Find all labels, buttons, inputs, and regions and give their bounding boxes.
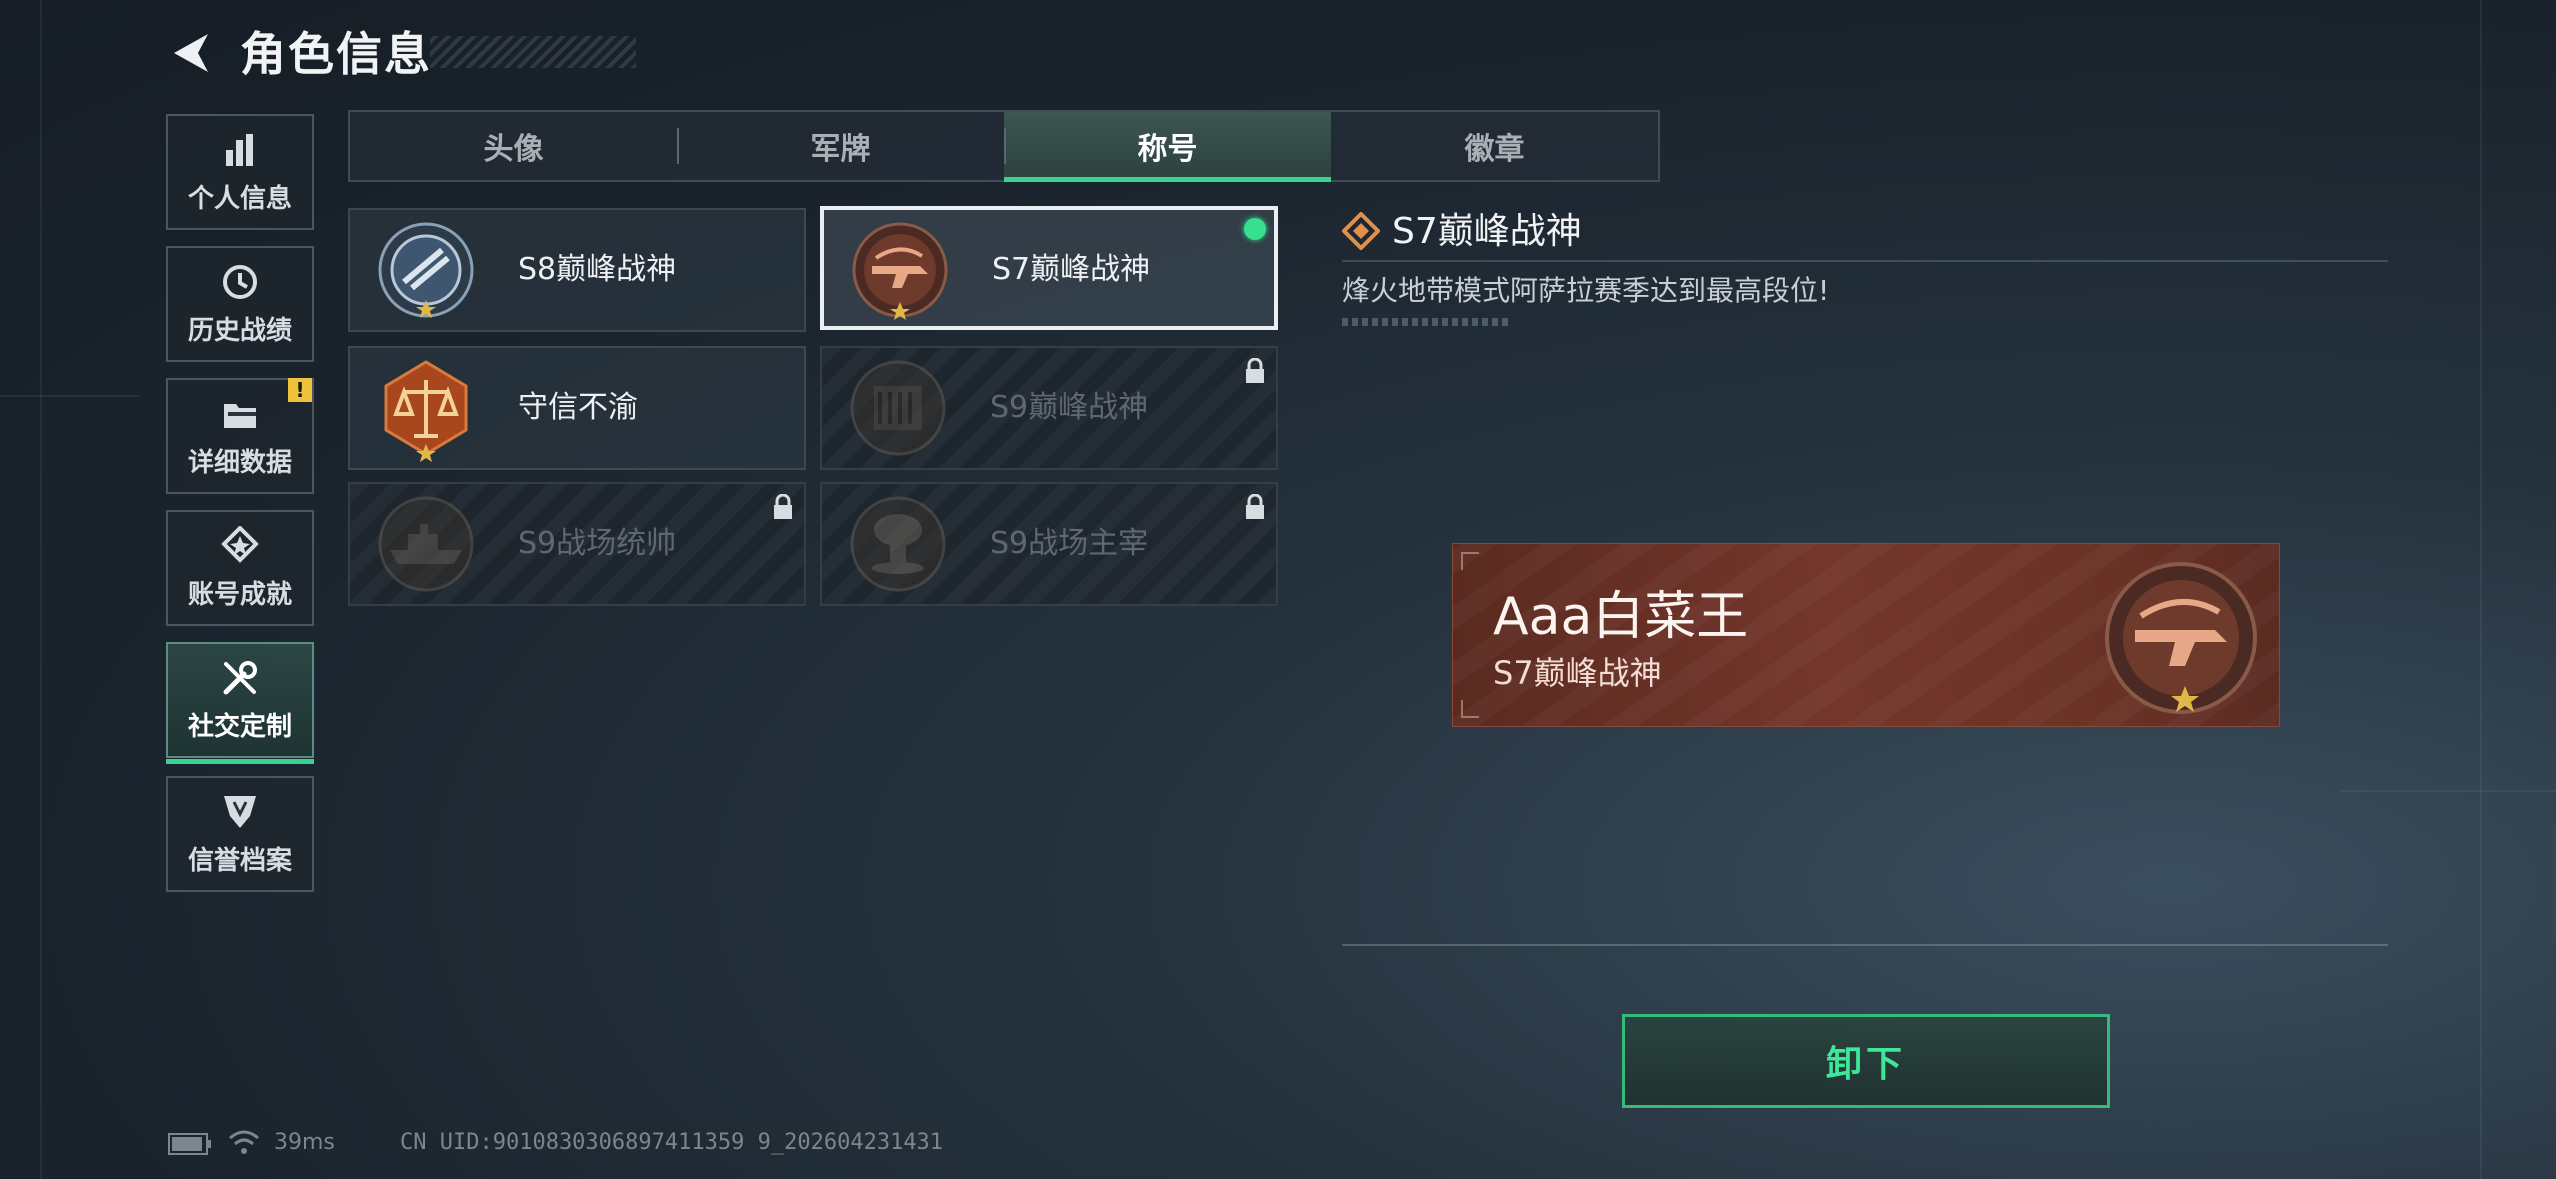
tab-avatar[interactable]: 头像 [350, 112, 677, 180]
lock-icon [774, 494, 792, 519]
mushroom-cloud-emblem-icon [850, 496, 946, 592]
s9-emblem-icon [850, 360, 946, 456]
grid-line [40, 0, 42, 1179]
s7-emblem-icon [2105, 562, 2257, 714]
title-card-name: 守信不渝 [518, 390, 638, 425]
divider [1342, 260, 2388, 262]
bar-chart-icon [226, 133, 253, 166]
title-card-s8[interactable]: S8巅峰战神 [348, 208, 806, 332]
nav-item-label: 详细数据 [187, 447, 292, 478]
warning-badge: ! [288, 378, 312, 402]
folder-icon [224, 403, 256, 428]
page-title: 角色信息 [240, 27, 432, 81]
title-card-name: S9战场统帅 [518, 526, 677, 561]
title-card-s9[interactable]: S9巅峰战神 [820, 346, 1278, 470]
battery-icon [168, 1133, 211, 1155]
nav-item-label: 历史战绩 [187, 315, 292, 346]
battleship-emblem-icon [378, 496, 474, 592]
title-decoration [430, 36, 636, 68]
nav-item-label: 账号成就 [187, 579, 292, 610]
nav-item-achievements[interactable]: 账号成就 [166, 510, 314, 626]
nav-item-personal-info[interactable]: 个人信息 [166, 114, 314, 230]
banner-corner [1461, 552, 1479, 570]
detail-title: S7巅峰战神 [1392, 211, 1582, 252]
wifi-icon [229, 1130, 259, 1154]
history-icon [223, 264, 257, 299]
grid-line [2340, 790, 2556, 792]
lock-icon [1246, 358, 1264, 383]
grid-line [2480, 0, 2482, 1179]
detail-decoration [1342, 318, 1510, 326]
nav-item-credit-profile[interactable]: 信誉档案 [166, 776, 314, 892]
tab-badge[interactable]: 徽章 [1331, 112, 1658, 180]
title-card-name: S7巅峰战神 [992, 252, 1151, 287]
title-diamond-icon [1342, 212, 1380, 250]
banner-corner [1461, 700, 1479, 718]
title-card-s7[interactable]: S7巅峰战神 [820, 206, 1278, 330]
nav-item-history[interactable]: 历史战绩 [166, 246, 314, 362]
shield-icon [224, 795, 256, 828]
lock-icon [1246, 494, 1264, 519]
s7-emblem-icon [852, 222, 948, 320]
tools-icon [223, 660, 257, 694]
nav-item-social-custom[interactable]: 社交定制 [166, 642, 314, 764]
ping-readout: 39ms [274, 1130, 335, 1155]
preview-title: S7巅峰战神 [1493, 654, 1662, 692]
back-arrow-icon[interactable] [168, 30, 212, 76]
title-card-name: S9战场主宰 [990, 526, 1149, 561]
title-preview-banner: Aaa白菜王 S7巅峰战神 [1452, 543, 2280, 727]
tab-dog-tag[interactable]: 军牌 [677, 112, 1004, 180]
title-card-trustworthy[interactable]: 守信不渝 [348, 346, 806, 470]
nav-item-label: 社交定制 [187, 711, 292, 742]
tab-bar: 头像 军牌 称号 徽章 [348, 110, 1660, 182]
tab-title[interactable]: 称号 [1004, 112, 1331, 182]
unload-button[interactable]: 卸下 [1622, 1014, 2110, 1108]
title-card-name: S8巅峰战神 [518, 252, 677, 287]
title-card-s9-dominator[interactable]: S9战场主宰 [820, 482, 1278, 606]
user-uid: CN UID:9010830306897411359 9_20260423143… [400, 1130, 944, 1155]
nav-item-detailed-data[interactable]: ! 详细数据 [166, 378, 314, 494]
achievement-icon [221, 525, 259, 563]
title-card-s9-commander[interactable]: S9战场统帅 [348, 482, 806, 606]
equipped-indicator [1244, 218, 1266, 240]
scales-emblem-icon [384, 360, 468, 462]
nav-item-label: 个人信息 [187, 183, 292, 214]
s8-emblem-icon [378, 222, 474, 318]
detail-description: 烽火地带模式阿萨拉赛季达到最高段位! [1342, 274, 1830, 307]
divider [1342, 944, 2388, 946]
grid-line [0, 395, 140, 397]
nav-item-label: 信誉档案 [187, 845, 292, 876]
title-card-name: S9巅峰战神 [990, 390, 1149, 425]
preview-player-name: Aaa白菜王 [1493, 587, 1749, 647]
